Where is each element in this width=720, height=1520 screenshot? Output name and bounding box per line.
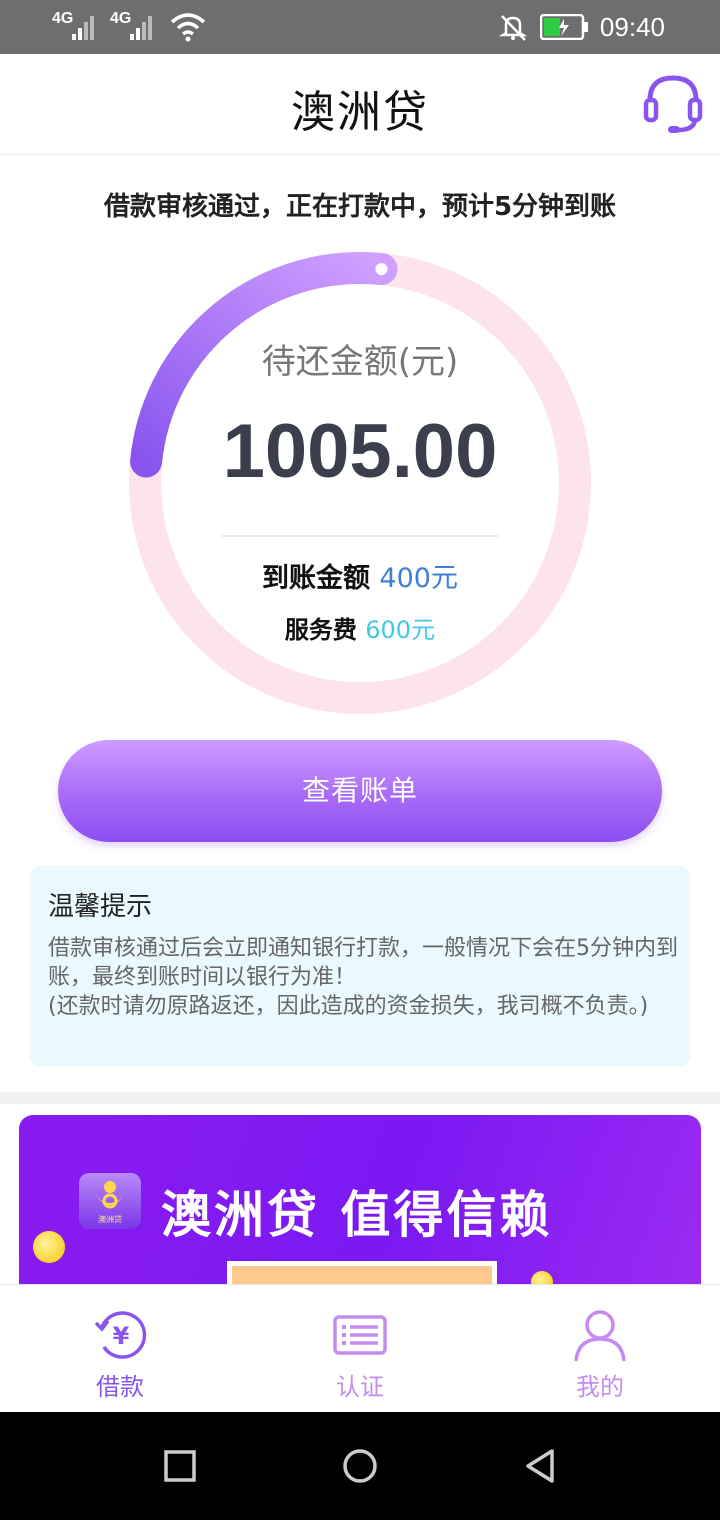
headset-icon[interactable] [642,72,704,134]
section-divider [0,1092,720,1104]
service-fee-value: 600元 [365,616,436,644]
tab-me[interactable]: 我的 [480,1285,720,1413]
received-amount-label: 到账金额 [262,563,371,594]
gold-ingot-icon [96,1181,124,1209]
loan-yuan-icon: ¥ [94,1311,147,1359]
system-navigation-bar [0,1412,720,1520]
service-fee-row: 服务费 600元 [0,610,720,645]
tab-loan-label: 借款 [96,1373,144,1401]
received-amount-row: 到账金额 400元 [0,556,720,595]
tab-verify-label: 认证 [336,1373,384,1401]
app-logo-text: 澳洲贷 [98,1215,122,1224]
wifi-icon [170,13,206,42]
tab-me-label: 我的 [576,1373,624,1401]
bottom-tab-bar: ¥ 借款 认证 我的 [0,1284,720,1413]
recent-apps-icon[interactable] [164,1450,196,1482]
ring-progress-knob [375,263,388,276]
amount-due-value: 1005.00 [222,409,498,494]
tab-verify[interactable]: 认证 [240,1285,480,1413]
back-icon[interactable] [524,1448,556,1484]
user-icon [574,1310,626,1362]
signal-1-label: 4G [52,10,74,27]
tips-title: 温馨提示 [48,892,153,922]
tab-loan[interactable]: ¥ 借款 [0,1285,240,1413]
banner-slogan: 澳洲贷 值得信赖 [161,1186,553,1244]
home-icon[interactable] [342,1448,378,1484]
app-header: 澳洲贷 [0,54,720,155]
clock: 09:40 [599,12,665,42]
tips-body: 借款审核通过后会立即通知银行打款，一般情况下会在5分钟内到账，最终到账时间以银行… [48,934,678,1021]
battery-icon [540,14,588,40]
tips-line-1: 借款审核通过后会立即通知银行打款，一般情况下会在5分钟内到账，最终到账时间以银行… [48,936,678,990]
signal-2-icon [130,16,152,40]
signal-1-icon [72,16,94,40]
app-logo: 澳洲贷 [79,1173,141,1229]
page-title: 澳洲贷 [291,87,429,138]
view-bill-button[interactable]: 查看账单 [58,740,662,842]
id-card-icon [333,1315,387,1355]
tips-line-2: (还款时请勿原路返还，因此造成的资金损失，我司概不负责。) [48,994,649,1019]
approval-notice: 借款审核通过，正在打款中，预计5分钟到账 [103,192,617,222]
svg-text:¥: ¥ [113,1322,130,1350]
status-bar: 4G 4G 09:40 [0,0,720,54]
promo-banner[interactable]: 澳洲贷 澳洲贷 值得信赖 [19,1115,701,1305]
mute-bell-icon [498,15,528,41]
tips-box: 温馨提示 借款审核通过后会立即通知银行打款，一般情况下会在5分钟内到账，最终到账… [30,866,690,1066]
signal-2-label: 4G [110,10,132,27]
amount-due-label: 待还金额(元) [261,342,459,382]
service-fee-label: 服务费 [284,616,357,644]
received-amount-value: 400元 [379,563,458,594]
coin-icon [33,1231,65,1263]
ring-divider [222,535,498,537]
